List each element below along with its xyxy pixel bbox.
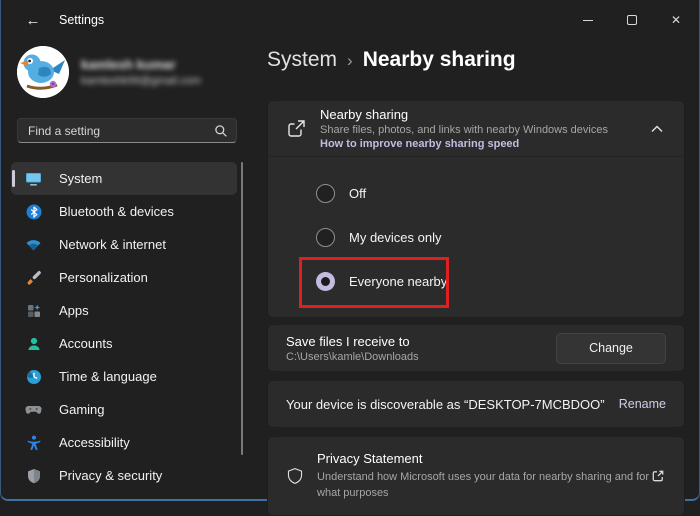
sidebar-nav: System Bluetooth & devices Network & int… [11, 162, 237, 492]
nearby-sharing-text: Nearby sharing Share files, photos, and … [320, 107, 608, 150]
back-arrow-icon: ← [26, 12, 41, 29]
change-button[interactable]: Change [556, 333, 666, 364]
save-files-text: Save files I receive to C:\Users\kamle\D… [286, 334, 419, 363]
system-icon [25, 170, 42, 187]
search-input[interactable] [28, 124, 214, 138]
sidebar-item-gaming[interactable]: Gaming [11, 393, 237, 426]
breadcrumb: System › Nearby sharing [267, 48, 685, 78]
user-email: kamleshk99@gmail.com [81, 75, 201, 87]
rename-link[interactable]: Rename [619, 397, 666, 411]
sidebar-item-network[interactable]: Network & internet [11, 228, 237, 261]
clock-icon [25, 368, 42, 385]
sidebar-item-time-language[interactable]: Time & language [11, 360, 237, 393]
nearby-sharing-description: Share files, photos, and links with near… [320, 124, 608, 136]
sidebar-item-label: Time & language [59, 369, 157, 384]
maximize-icon [627, 15, 637, 25]
window-controls: ✕ [566, 0, 698, 40]
radio-button-everyone-nearby[interactable] [316, 272, 335, 291]
wifi-icon [25, 236, 42, 253]
sidebar-item-accounts[interactable]: Accounts [11, 327, 237, 360]
shield-outline-icon [286, 465, 304, 487]
radio-label: My devices only [349, 230, 441, 245]
save-files-path: C:\Users\kamle\Downloads [286, 351, 419, 363]
radio-label: Everyone nearby [349, 274, 447, 289]
sidebar-scrollbar[interactable] [241, 162, 243, 455]
titlebar: ← Settings ✕ [1, 0, 699, 40]
radio-option-my-devices-only[interactable]: My devices only [316, 215, 684, 259]
radio-option-off[interactable]: Off [316, 171, 684, 215]
chevron-up-icon[interactable] [648, 122, 666, 136]
sidebar-item-label: Network & internet [59, 237, 166, 252]
improve-speed-link[interactable]: How to improve nearby sharing speed [320, 138, 608, 150]
sidebar-item-accessibility[interactable]: Accessibility [11, 426, 237, 459]
window-title: Settings [59, 13, 104, 27]
sidebar-item-label: Bluetooth & devices [59, 204, 174, 219]
maximize-button[interactable] [610, 0, 654, 40]
apps-grid-icon [25, 302, 42, 319]
save-files-card: Save files I receive to C:\Users\kamle\D… [267, 324, 685, 372]
discoverable-text: Your device is discoverable as “DESKTOP-… [286, 397, 605, 412]
close-icon: ✕ [671, 14, 681, 26]
user-info: kamlesh kumar kamleshk99@gmail.com [81, 57, 201, 87]
privacy-text: Privacy Statement Understand how Microso… [317, 451, 650, 502]
radio-button-my-devices-only[interactable] [316, 228, 335, 247]
breadcrumb-separator: › [347, 51, 353, 71]
sidebar-item-label: Gaming [59, 402, 105, 417]
nearby-sharing-title: Nearby sharing [320, 107, 608, 122]
gamepad-icon [25, 401, 42, 418]
sidebar-item-label: Apps [59, 303, 89, 318]
bluetooth-icon [25, 203, 42, 220]
minimize-button[interactable] [566, 0, 610, 40]
shield-icon [25, 467, 42, 484]
radio-label: Off [349, 186, 366, 201]
breadcrumb-system[interactable]: System [267, 48, 337, 72]
sidebar-item-privacy-security[interactable]: Privacy & security [11, 459, 237, 492]
radio-button-off[interactable] [316, 184, 335, 203]
avatar [17, 46, 69, 98]
search-icon [214, 124, 228, 138]
sidebar-item-bluetooth[interactable]: Bluetooth & devices [11, 195, 237, 228]
main-content: System › Nearby sharing Nearby sharing S… [251, 40, 699, 501]
sidebar-item-label: Accounts [59, 336, 112, 351]
privacy-statement-card[interactable]: Privacy Statement Understand how Microso… [267, 436, 685, 516]
bird-avatar-image [17, 46, 69, 98]
privacy-title: Privacy Statement [317, 451, 650, 466]
radio-option-everyone-nearby[interactable]: Everyone nearby [316, 259, 684, 303]
sidebar-item-system[interactable]: System [11, 162, 237, 195]
discoverable-card: Your device is discoverable as “DESKTOP-… [267, 380, 685, 428]
minimize-icon [583, 20, 593, 21]
close-button[interactable]: ✕ [654, 0, 698, 40]
user-name: kamlesh kumar [81, 57, 201, 72]
nearby-sharing-card: Nearby sharing Share files, photos, and … [267, 100, 685, 318]
search-box[interactable] [17, 118, 237, 143]
user-profile[interactable]: kamlesh kumar kamleshk99@gmail.com [17, 46, 251, 98]
accessibility-person-icon [25, 434, 42, 451]
sidebar-item-personalization[interactable]: Personalization [11, 261, 237, 294]
sidebar-item-label: Personalization [59, 270, 148, 285]
sidebar-item-label: System [59, 171, 102, 186]
sidebar: kamlesh kumar kamleshk99@gmail.com Syste… [1, 40, 251, 501]
privacy-description: Understand how Microsoft uses your data … [317, 469, 650, 502]
external-link-icon[interactable] [650, 468, 666, 484]
nearby-sharing-options: Off My devices only Everyone nearby [268, 156, 684, 317]
save-files-title: Save files I receive to [286, 334, 419, 349]
share-icon [286, 118, 307, 139]
page-title: Nearby sharing [363, 48, 516, 72]
nearby-sharing-header[interactable]: Nearby sharing Share files, photos, and … [268, 101, 684, 156]
back-button[interactable]: ← [21, 8, 45, 32]
person-icon [25, 335, 42, 352]
paintbrush-icon [25, 269, 42, 286]
sidebar-item-apps[interactable]: Apps [11, 294, 237, 327]
sidebar-item-label: Privacy & security [59, 468, 162, 483]
sidebar-item-label: Accessibility [59, 435, 130, 450]
